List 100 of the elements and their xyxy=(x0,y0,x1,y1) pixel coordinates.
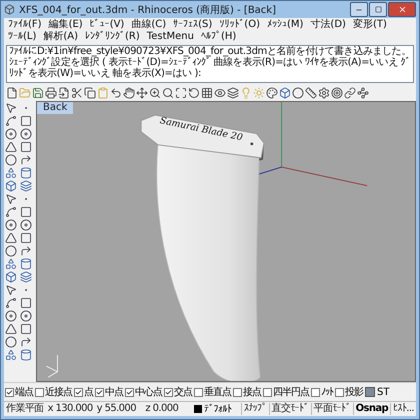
osnap-checkbox[interactable]: 投影 xyxy=(335,385,363,399)
curve-icon[interactable] xyxy=(5,206,19,218)
circle-icon[interactable] xyxy=(292,86,304,98)
rectangle-icon[interactable] xyxy=(20,297,34,309)
status-toggle[interactable]: 直交ﾓｰﾄﾞ xyxy=(268,403,311,415)
osnap-checkbox[interactable]: 中心点 xyxy=(125,385,162,399)
status-pane: z 0.000 xyxy=(144,403,180,415)
eye-icon[interactable] xyxy=(214,86,226,98)
disc-icon[interactable] xyxy=(20,128,34,140)
zoom-extents-icon[interactable] xyxy=(175,86,187,98)
layers-icon[interactable] xyxy=(227,86,239,98)
link-icon[interactable] xyxy=(344,86,356,98)
layers-icon[interactable] xyxy=(20,180,34,192)
box-icon[interactable] xyxy=(5,180,19,192)
printer-icon[interactable] xyxy=(45,86,57,98)
circle-icon[interactable] xyxy=(5,219,19,231)
osnap-checkbox[interactable]: 端点 xyxy=(5,385,33,399)
osnap-checkbox[interactable]: 中点 xyxy=(95,385,123,399)
menu-item[interactable]: ﾌｧｲﾙ(F) xyxy=(8,19,42,31)
clipboard-icon[interactable] xyxy=(97,86,109,98)
osnap-checkbox[interactable]: 接点 xyxy=(233,385,261,399)
shapes-icon[interactable] xyxy=(5,167,19,179)
minimize-button[interactable] xyxy=(350,2,368,17)
osnap-checkbox[interactable]: 垂直点 xyxy=(194,385,231,399)
square-icon[interactable] xyxy=(20,141,34,153)
menu-item[interactable]: 寸法(D) xyxy=(310,19,346,31)
status-toggle[interactable]: 平面ﾓｰﾄﾞ xyxy=(310,403,353,415)
cylinder-icon[interactable] xyxy=(20,167,34,179)
palette-icon[interactable] xyxy=(266,86,278,98)
ruler-icon[interactable] xyxy=(305,86,317,98)
maximize-button[interactable] xyxy=(369,2,387,17)
menu-item[interactable]: ﾋﾞｭｰ(V) xyxy=(90,19,124,31)
check-icon xyxy=(75,388,82,396)
shapes-icon[interactable] xyxy=(5,258,19,270)
menu-item[interactable]: ﾚﾝﾀﾞﾘﾝｸﾞ(R) xyxy=(85,31,140,43)
circle-icon[interactable] xyxy=(5,154,19,166)
file-icon[interactable] xyxy=(6,86,18,98)
zoom-in-icon[interactable] xyxy=(149,86,161,98)
layer-pane[interactable]: ﾃﾞﾌｫﾙﾄ xyxy=(192,403,241,415)
disc-icon[interactable] xyxy=(20,310,34,322)
menu-item[interactable]: 曲線(C) xyxy=(131,19,166,31)
triangle-icon[interactable] xyxy=(5,141,19,153)
menu-item[interactable]: ﾍﾙﾌﾟ(H) xyxy=(200,31,236,43)
pointer-icon[interactable] xyxy=(5,284,19,296)
move-icon[interactable] xyxy=(136,86,148,98)
menu-item[interactable]: 解析(A) xyxy=(43,31,78,43)
status-toggle[interactable]: ﾋｽﾄ... xyxy=(390,403,416,415)
cylinder-icon[interactable] xyxy=(20,258,34,270)
circle-icon[interactable] xyxy=(5,310,19,322)
circle-icon[interactable] xyxy=(5,245,19,257)
osnap-checkbox[interactable]: 四半円点 xyxy=(263,385,309,399)
target-icon[interactable] xyxy=(331,86,343,98)
circle-icon[interactable] xyxy=(5,336,19,348)
osnap-checkbox[interactable]: 点 xyxy=(74,385,93,399)
scissors-icon[interactable] xyxy=(71,86,83,98)
curve-icon[interactable] xyxy=(5,297,19,309)
curve-icon[interactable] xyxy=(5,115,19,127)
triangle-icon[interactable] xyxy=(5,323,19,335)
swatch-toolbar-button[interactable]: ST xyxy=(365,386,390,398)
close-button[interactable] xyxy=(388,2,416,17)
osnap-checkbox[interactable]: 交点 xyxy=(164,385,192,399)
menu-item[interactable]: ｿﾘｯﾄﾞ(O) xyxy=(219,19,260,31)
save-icon[interactable] xyxy=(32,86,44,98)
cylinder-icon[interactable] xyxy=(20,349,34,361)
square-icon[interactable] xyxy=(20,232,34,244)
search-icon[interactable] xyxy=(162,86,174,98)
status-toggle[interactable]: Osnap xyxy=(352,403,390,415)
axis-gizmo-icon xyxy=(46,354,58,378)
settings-icon[interactable] xyxy=(318,86,330,98)
menu-item[interactable]: TestMenu xyxy=(146,31,194,43)
triangle-icon[interactable] xyxy=(5,232,19,244)
pointer-icon[interactable] xyxy=(5,193,19,205)
disc-icon[interactable] xyxy=(20,219,34,231)
circle-icon[interactable] xyxy=(5,128,19,140)
hand-icon[interactable] xyxy=(123,86,135,98)
command-history-line: ｼｪｰﾃﾞｨﾝｸﾞ設定を選択 ( 表示ﾓｰﾄﾞ(D)=ｼｪｰﾃﾞｨﾝｸﾞ 曲線を表示(R)=はい ﾜｲﾔを表示(A)=いいえ ｸﾞﾘｯﾄﾞを表示(W)=いいえ 軸を表示(X)=はい ): xyxy=(9,57,411,79)
menu-item[interactable]: ｻｰﾌｪｽ(S) xyxy=(173,19,212,31)
pointer-icon[interactable] xyxy=(5,102,19,114)
square-icon[interactable] xyxy=(20,323,34,335)
waypoints-icon[interactable] xyxy=(357,86,369,98)
osnap-checkbox[interactable]: 近接点 xyxy=(35,385,72,399)
copy-icon[interactable] xyxy=(84,86,96,98)
grid-icon[interactable] xyxy=(201,86,213,98)
osnap-checkbox[interactable]: ﾉｯﾄ xyxy=(311,386,333,398)
menu-item[interactable]: ﾒｯｼｭ(M) xyxy=(266,19,304,31)
box-icon[interactable] xyxy=(279,86,291,98)
rotate-icon[interactable] xyxy=(188,86,200,98)
box-icon[interactable] xyxy=(5,271,19,283)
rectangle-icon[interactable] xyxy=(20,115,34,127)
menu-item[interactable]: 変形(T) xyxy=(352,19,387,31)
rectangle-icon[interactable] xyxy=(20,206,34,218)
undo-icon[interactable] xyxy=(110,86,122,98)
import-icon[interactable] xyxy=(58,86,70,98)
viewport-tab[interactable]: Back xyxy=(37,102,74,114)
layers-icon[interactable] xyxy=(20,271,34,283)
shapes-icon[interactable] xyxy=(5,349,19,361)
status-toggle[interactable]: ｽﾅｯﾌﾟ xyxy=(240,403,269,415)
app-icon xyxy=(4,4,15,15)
menu-item[interactable]: 編集(E) xyxy=(48,19,83,31)
menu-item[interactable]: ﾂｰﾙ(L) xyxy=(8,31,36,43)
